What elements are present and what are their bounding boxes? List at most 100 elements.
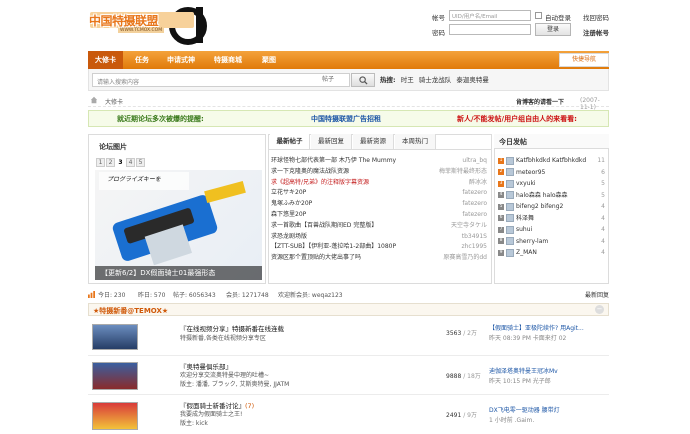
thread-item[interactable]: 环球怪物七部代表第一部 木乃伊 The Mummy ultra_bq bbox=[271, 156, 487, 167]
forum-last-post[interactable]: DX飞电零一驱动器 腰带灯 bbox=[489, 405, 560, 414]
forum-last-post[interactable]: 【假面骑士】亚极陀续作? 用Agit... bbox=[489, 323, 584, 332]
forum-last-time: 昨天 08:39 PM 卡面来打 02 bbox=[489, 335, 567, 342]
forum-count: 3563 / 2万 bbox=[446, 330, 477, 337]
gallery-image[interactable]: プログライズキーを 【更新6/2】DX假面骑士01最强形态 bbox=[95, 170, 262, 280]
notice-newbie[interactable]: 新人/不能发帖/用户组自由人的来看看: bbox=[457, 114, 577, 124]
gallery-caption[interactable]: 【更新6/2】DX假面骑士01最强形态 bbox=[95, 266, 262, 280]
tab-latest-replies[interactable]: 最新回复 bbox=[311, 134, 352, 149]
today-title: 今日发帖 bbox=[499, 138, 527, 146]
forum-last-post[interactable]: 迪伽泽塔奥特曼王冠冰Mv bbox=[489, 366, 558, 375]
forum-new-count: (7) bbox=[245, 402, 255, 410]
auto-login-checkbox[interactable] bbox=[535, 12, 542, 19]
today-user[interactable]: 2 meteor95 6 bbox=[498, 167, 605, 179]
thread-item[interactable]: 求恐龙剧场版 tb3491S bbox=[271, 232, 487, 243]
today-user[interactable]: 9 Z_MAN 4 bbox=[498, 247, 605, 259]
nav-item-pics[interactable]: 聚图 bbox=[254, 51, 284, 69]
password-label: 密码 bbox=[432, 29, 445, 37]
forum-count: 9888 / 18万 bbox=[446, 373, 481, 380]
main-nav: 大修卡 任务 申请式神 特摄商城 聚图 快捷导航 bbox=[88, 51, 609, 69]
forum-icon-video[interactable] bbox=[92, 324, 138, 350]
gallery-page[interactable]: 1 bbox=[96, 158, 105, 167]
home-icon[interactable] bbox=[90, 96, 98, 104]
today-user[interactable]: 7 suhui 4 bbox=[498, 224, 605, 236]
hot-term[interactable]: 骑士龙战队 bbox=[419, 76, 452, 84]
forum-last-time: 1 小时前 .Gaim. bbox=[489, 417, 535, 424]
forum-count: 2491 / 9万 bbox=[446, 412, 477, 419]
forum-icon-rider[interactable] bbox=[92, 402, 138, 430]
today-user[interactable]: 5 bifeng2 bifeng2 4 bbox=[498, 201, 605, 213]
today-user[interactable]: 4 halo森森 halo森森 5 bbox=[498, 190, 605, 202]
breadcrumb-home[interactable]: 大修卡 bbox=[105, 97, 123, 106]
hot-term[interactable]: 泰迦奥特曼 bbox=[456, 76, 489, 84]
forum-title[interactable]: 『在线视频分享』特摄新番在线连载 bbox=[180, 323, 284, 333]
forum-desc: 欢迎分享交流奥特曼中理的吐槽~ bbox=[180, 372, 270, 379]
tab-latest-resources[interactable]: 最新资源 bbox=[353, 134, 394, 149]
auto-login-label: 自动登录 bbox=[545, 14, 571, 22]
nav-item-task[interactable]: 任务 bbox=[127, 51, 157, 69]
nav-item-dxk[interactable]: 大修卡 bbox=[88, 51, 123, 69]
gallery-page-active[interactable]: 3 bbox=[116, 159, 125, 168]
forum-moderators: 版主: kick bbox=[180, 420, 208, 427]
gallery-page[interactable]: 2 bbox=[106, 158, 115, 167]
thread-list: 环球怪物七部代表第一部 木乃伊 The Mummy ultra_bq 求一下克隆奥… bbox=[271, 156, 487, 264]
thread-item[interactable]: 求一首歌曲【百兽战队期间ED 完整版】 天空寺タケル bbox=[271, 221, 487, 232]
forum-moderators: 版主: 潘潘, ブラック, 艾斯奥特曼, JJATM bbox=[180, 381, 290, 388]
forum-row: 『奥特曼俱乐部』 欢迎分享交流奥特曼中理的吐槽~ 版主: 潘潘, ブラック, 艾… bbox=[88, 357, 609, 395]
notice-bar: 就近期论坛多次被爆的提醒: 中国特摄联盟广告招租 新人/不能发帖/用户组自由人的… bbox=[88, 110, 609, 127]
tab-weekly-hot[interactable]: 本周热门 bbox=[395, 134, 436, 149]
gallery-page[interactable]: 4 bbox=[126, 158, 135, 167]
account-input[interactable]: UID/用户名/Email bbox=[449, 10, 531, 21]
recover-password-link[interactable]: 找回密码 bbox=[583, 12, 609, 22]
stat-newest[interactable]: 欢迎新会员: weqaz123 bbox=[278, 290, 343, 299]
stat-members: 会员: 1271748 bbox=[226, 292, 269, 299]
hot-term[interactable]: 时王 bbox=[401, 76, 414, 84]
forum-row: 『在线视频分享』特摄新番在线连载 特摄新番,各类在线视频分享专区 3563 / … bbox=[88, 318, 609, 356]
search-input[interactable]: 请输入搜索内容 bbox=[92, 73, 350, 87]
search-type-select[interactable]: 帖子 bbox=[322, 74, 348, 86]
gallery-page[interactable]: 5 bbox=[136, 158, 145, 167]
account-label: 帐号 bbox=[432, 14, 445, 22]
hot-label: 热搜: bbox=[380, 76, 396, 84]
today-user[interactable]: 8 sherry-lam 4 bbox=[498, 236, 605, 248]
forum-icon-ultraman[interactable] bbox=[92, 362, 138, 390]
thread-item[interactable]: 求一下克隆奥的魔法战队资源 梅菲斯特最终形态 bbox=[271, 167, 487, 178]
breadcrumb: 大修卡 肯博客的请看一下 (2007-11-1) bbox=[88, 94, 609, 111]
thread-item[interactable]: 森下悠里20P fatezero bbox=[271, 210, 487, 221]
stat-yesterday: 昨日: 570 bbox=[138, 292, 166, 299]
gallery-pagination: 12345 bbox=[96, 158, 146, 168]
today-user[interactable]: 3 vxyuki 5 bbox=[498, 178, 605, 190]
forum-section-title[interactable]: ★特摄新番@TEMOX★ bbox=[93, 306, 168, 316]
today-user[interactable]: 6 科泽舞 4 bbox=[498, 213, 605, 225]
latest-replies-link[interactable]: 最新回复 bbox=[585, 290, 609, 299]
notice-security[interactable]: 就近期论坛多次被爆的提醒: bbox=[117, 114, 204, 124]
nav-item-apply[interactable]: 申请式神 bbox=[160, 51, 202, 69]
quick-nav-button[interactable]: 快捷导航 bbox=[559, 53, 609, 67]
toy-image bbox=[99, 172, 246, 266]
forum-section-header: ★特摄新番@TEMOX★ − bbox=[88, 303, 609, 316]
login-button[interactable]: 登录 bbox=[535, 23, 571, 36]
register-link[interactable]: 注册帐号 bbox=[583, 27, 609, 37]
thread-item[interactable]: 鬼塚ふみか20P fatezero bbox=[271, 199, 487, 210]
thread-item[interactable]: 立花サキ20P fatezero bbox=[271, 188, 487, 199]
forum-desc: 我要成为假面骑士之王! bbox=[180, 411, 243, 418]
today-list: 1 Katfbhkdkd Katfbhkdkd 11 2 meteor95 6 3 vxy… bbox=[498, 155, 605, 259]
thread-item[interactable]: 【ZTT-SUB】【伊利亚-蓬拉哈1-2部曲】1080P zhc1995 bbox=[271, 242, 487, 253]
gallery-title: 论坛图片 bbox=[99, 143, 127, 151]
today-user[interactable]: 1 Katfbhkdkd Katfbhkdkd 11 bbox=[498, 155, 605, 167]
search-button[interactable] bbox=[351, 73, 375, 87]
forum-last-time: 昨天 10:15 PM 光子郎 bbox=[489, 378, 551, 385]
thread-item[interactable]: 资源区那个置顶贴的大佬出事了吗 原赛高雪乃的dd bbox=[271, 253, 487, 264]
thread-item[interactable]: 求《超高特/兄弟》的注释版字幕资源 醉冰冰 bbox=[271, 178, 487, 189]
password-input[interactable] bbox=[449, 24, 531, 35]
forum-stats: 今日: 230 昨日: 570 帖子: 6056343 会员: 1271748 … bbox=[88, 290, 609, 300]
notice-ads[interactable]: 中国特摄联盟广告招租 bbox=[311, 114, 381, 124]
gallery-box-text: プログライズキーを bbox=[107, 176, 161, 183]
stat-posts: 帖子: 6056343 bbox=[173, 292, 216, 299]
crumb-notice[interactable]: 肯博客的请看一下 bbox=[516, 97, 564, 106]
collapse-icon[interactable]: − bbox=[595, 305, 604, 314]
stat-today: 今日: 230 bbox=[98, 292, 126, 299]
hot-search: 热搜: 时王 骑士龙战队 泰迦奥特曼 bbox=[380, 74, 489, 86]
tab-latest-posts[interactable]: 最新帖子 bbox=[270, 134, 310, 149]
search-icon bbox=[359, 76, 368, 85]
nav-item-mall[interactable]: 特摄商城 bbox=[208, 51, 248, 69]
